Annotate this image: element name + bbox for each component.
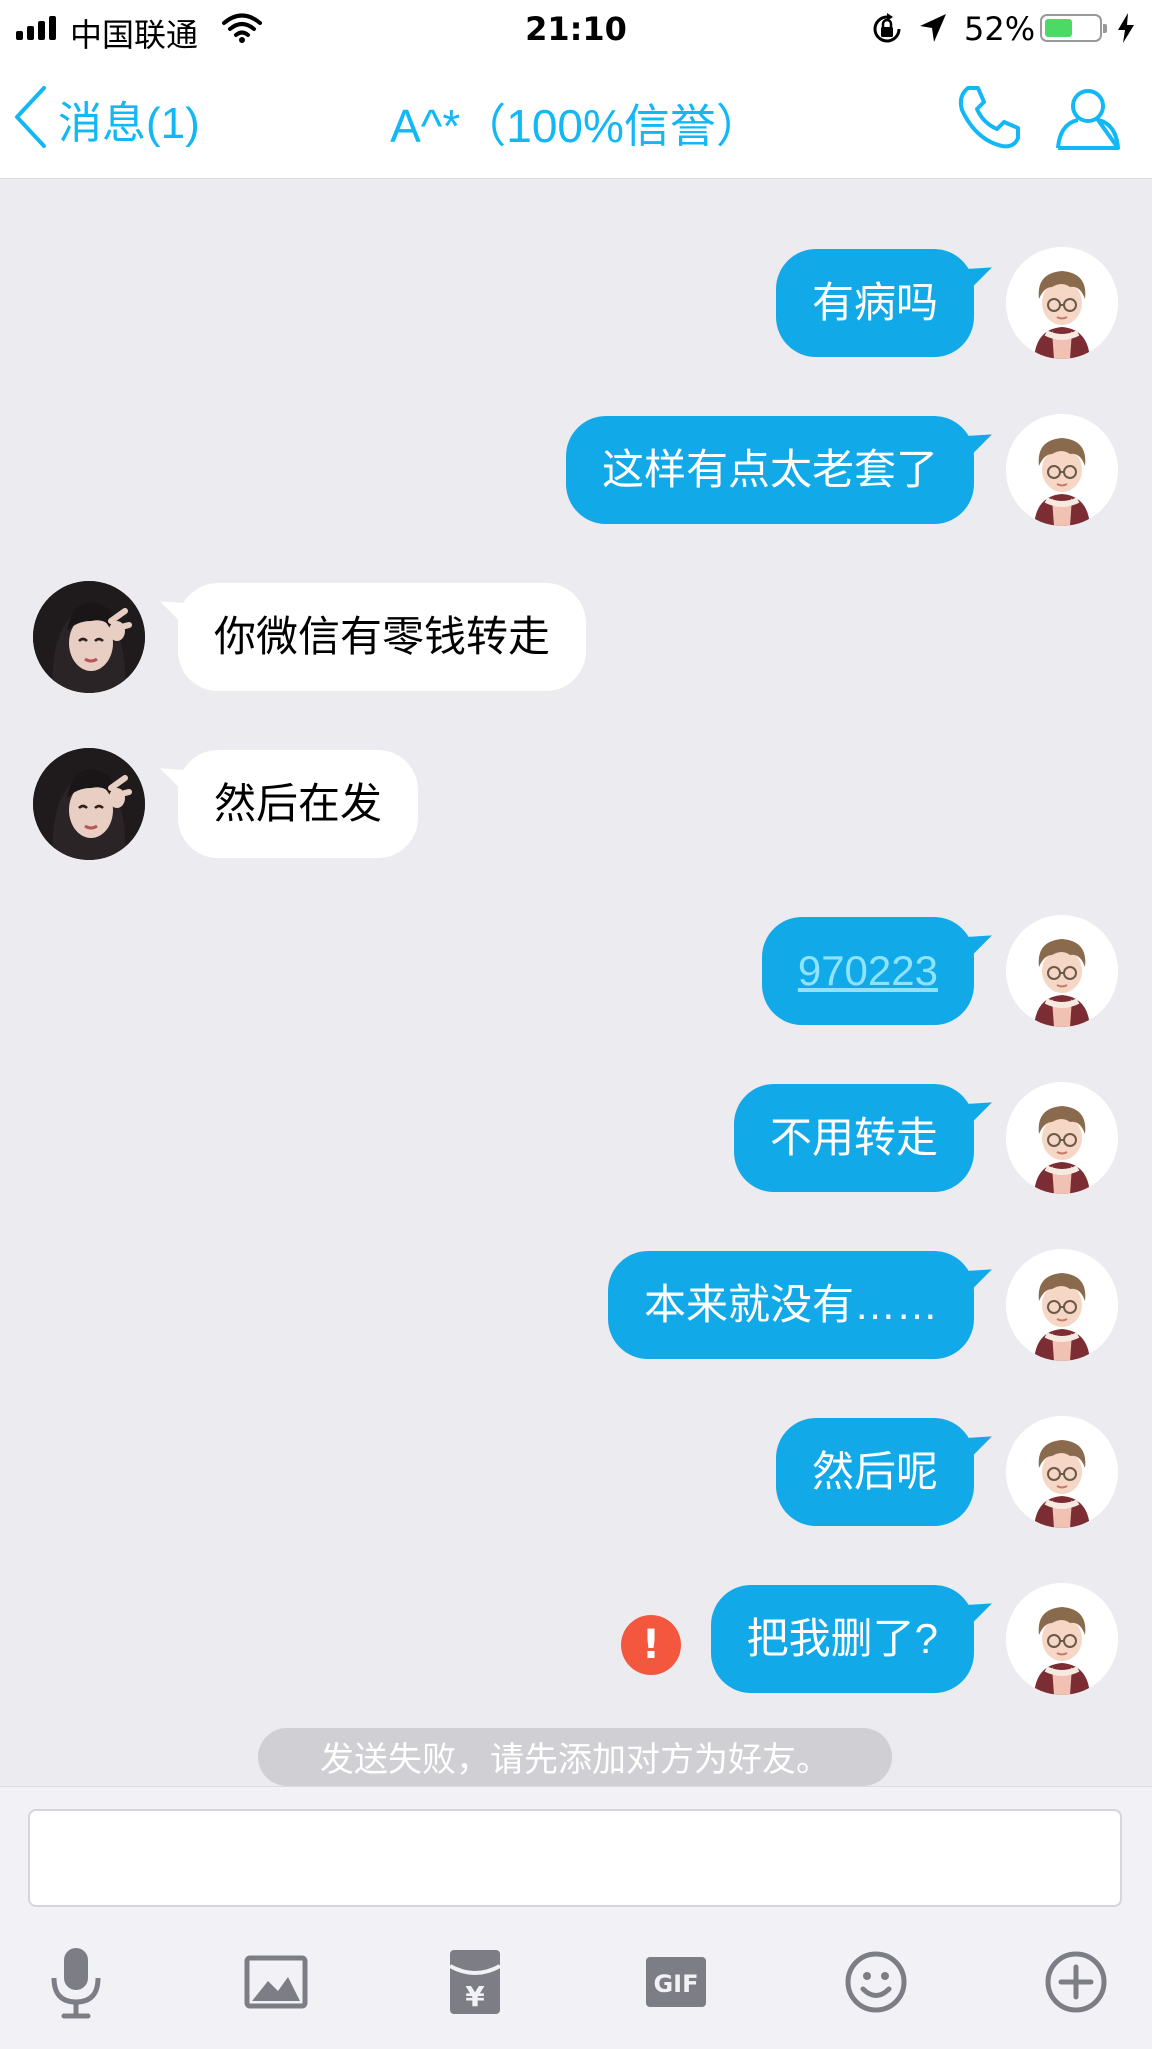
message-input[interactable] (28, 1809, 1122, 1907)
incoming-message: 然后在发 (0, 748, 1152, 864)
gif-icon[interactable]: GIF (631, 1937, 721, 2027)
plus-icon[interactable] (1031, 1937, 1121, 2027)
profile-icon[interactable] (1054, 84, 1122, 156)
back-button[interactable]: 消息(1) (12, 84, 200, 154)
svg-text:¥: ¥ (465, 1980, 485, 2013)
outgoing-message: 970223 (0, 915, 1152, 1031)
my-avatar[interactable] (1006, 915, 1118, 1027)
message-text: 本来就没有…… (643, 1281, 938, 1328)
message-bubble[interactable]: 然后呢 (775, 1418, 974, 1526)
outgoing-message: 本来就没有…… (0, 1249, 1152, 1365)
message-text: 不用转走 (769, 1114, 938, 1161)
message-text: 把我删了? (746, 1615, 938, 1662)
message-bubble[interactable]: 970223 (761, 917, 974, 1025)
my-avatar[interactable] (1006, 1583, 1118, 1695)
send-failed-notice: 发送失败，请先添加对方为好友。 (258, 1728, 892, 1786)
my-avatar[interactable] (1006, 247, 1118, 359)
outgoing-message: 有病吗 (0, 247, 1152, 363)
message-bubble[interactable]: 这样有点太老套了 (565, 416, 974, 524)
message-bubble[interactable]: 你微信有零钱转走 (178, 583, 587, 691)
input-toolbar: ¥ GIF (0, 1937, 1152, 2037)
location-arrow-icon (918, 12, 948, 48)
message-text: 然后在发 (214, 780, 383, 827)
svg-text:GIF: GIF (653, 1970, 698, 1998)
send-failed-icon[interactable]: ! (621, 1615, 681, 1675)
contact-avatar[interactable] (33, 748, 145, 860)
message-link[interactable]: 970223 (798, 947, 938, 994)
message-text: 这样有点太老套了 (601, 446, 938, 493)
message-bubble[interactable]: 不用转走 (733, 1084, 974, 1192)
image-icon[interactable] (231, 1937, 321, 2027)
message-bubble[interactable]: 有病吗 (775, 249, 974, 357)
charging-icon (1116, 12, 1136, 48)
input-area: ¥ GIF (0, 1786, 1152, 2049)
my-avatar[interactable] (1006, 414, 1118, 526)
message-text: 有病吗 (811, 279, 938, 326)
chevron-left-icon (12, 84, 48, 154)
outgoing-message: 这样有点太老套了 (0, 414, 1152, 530)
outgoing-message: 然后呢 (0, 1416, 1152, 1532)
message-text: 然后呢 (811, 1448, 938, 1495)
my-avatar[interactable] (1006, 1249, 1118, 1361)
nav-bar: 消息(1) A^*（100%信誉） (0, 60, 1152, 179)
message-text: 你微信有零钱转走 (214, 613, 551, 660)
battery-percent: 52% (964, 10, 1036, 48)
outgoing-message: 不用转走 (0, 1082, 1152, 1198)
my-avatar[interactable] (1006, 1082, 1118, 1194)
message-bubble[interactable]: 本来就没有…… (607, 1251, 974, 1359)
incoming-message: 你微信有零钱转走 (0, 581, 1152, 697)
message-bubble[interactable]: 把我删了? (710, 1585, 974, 1693)
battery-icon (1040, 14, 1107, 42)
red-packet-icon[interactable]: ¥ (430, 1937, 520, 2027)
my-avatar[interactable] (1006, 1416, 1118, 1528)
microphone-icon[interactable] (31, 1937, 121, 2027)
outgoing-message: 把我删了?! (0, 1583, 1152, 1699)
message-bubble[interactable]: 然后在发 (178, 750, 419, 858)
status-bar: 中国联通 21:10 52% (0, 0, 1152, 60)
back-label: 消息(1) (58, 99, 200, 148)
phone-call-icon[interactable] (954, 82, 1024, 156)
contact-avatar[interactable] (33, 581, 145, 693)
emoji-icon[interactable] (831, 1937, 921, 2027)
rotation-lock-icon (870, 12, 904, 50)
